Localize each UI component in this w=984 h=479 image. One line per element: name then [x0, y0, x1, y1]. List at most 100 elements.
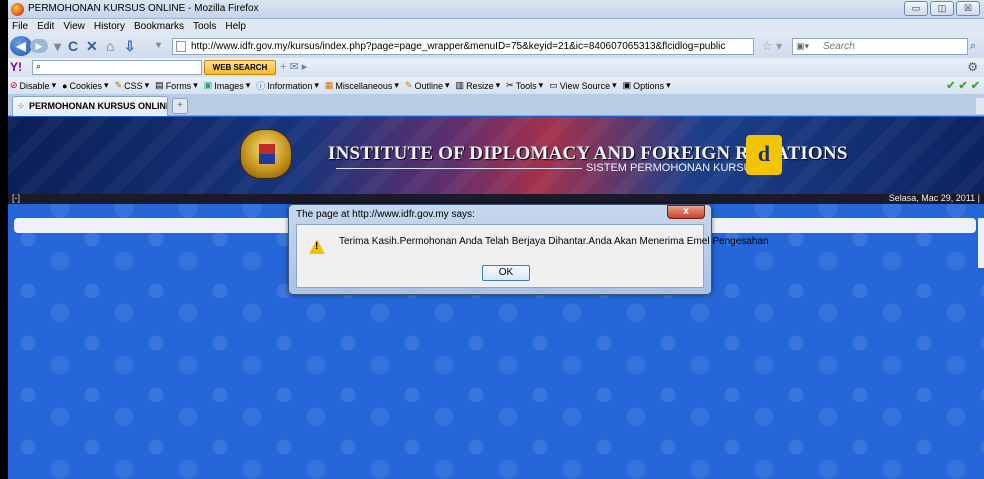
tab-strip: ⁘ PERMOHONAN KURSUS ONLINE &... +: [8, 94, 984, 116]
alert-dialog: The page at http://www.idfr.gov.my says:…: [288, 204, 769, 295]
resize-label: Resize: [466, 80, 494, 91]
collapse-toggle[interactable]: [-]: [12, 193, 20, 203]
tab-permohonan-kursus[interactable]: ⁘ PERMOHONAN KURSUS ONLINE &...: [12, 96, 168, 116]
search-icon[interactable]: ⌕: [970, 40, 976, 53]
forms-label: Forms: [165, 80, 192, 91]
information-label: Information: [267, 80, 313, 91]
search-engine-icon[interactable]: ▣▾: [796, 41, 809, 52]
navigation-toolbar: ◀ ▶ ▾ C ✕ ⌂ ⇩ ▾ http://www.idfr.gov.my/k…: [8, 34, 984, 58]
tools-icon: ✂: [506, 80, 514, 90]
maximize-button[interactable]: ◫: [930, 1, 954, 16]
tools-label: Tools: [515, 80, 537, 91]
view-source-icon: ▭: [549, 80, 558, 90]
right-panel-edge: [978, 218, 984, 268]
new-tab-button[interactable]: +: [172, 98, 188, 114]
outline-icon: ✎: [404, 80, 413, 90]
download-icon[interactable]: ⇩: [124, 38, 136, 54]
window-title: PERMOHONAN KURSUS ONLINE - Mozilla Firef…: [28, 3, 259, 14]
title-divider: [336, 168, 582, 169]
tab-scroll-button[interactable]: [976, 98, 984, 114]
images-icon: ▣: [203, 80, 213, 90]
firefox-icon: [11, 3, 24, 16]
menu-history[interactable]: History: [94, 19, 125, 34]
dialog-title: The page at http://www.idfr.gov.my says:: [296, 209, 475, 220]
menu-view[interactable]: View: [63, 19, 85, 34]
current-date: Selasa, Mac 29, 2011 |: [888, 193, 980, 203]
bookmark-star-icon[interactable]: ☆ ▾: [762, 39, 782, 53]
tab-label: PERMOHONAN KURSUS ONLINE: [29, 101, 168, 111]
url-text: http://www.idfr.gov.my/kursus/index.php?…: [191, 41, 726, 52]
institute-subtitle: SISTEM PERMOHONAN KURSUS: [586, 162, 759, 174]
tools-menu[interactable]: ✂ Tools ▾: [506, 80, 543, 91]
miscellaneous-label: Miscellaneous: [335, 80, 393, 91]
coat-of-arms-logo: [240, 129, 292, 179]
view-source-label: View Source: [559, 80, 611, 91]
outline-menu[interactable]: ✎ Outline ▾: [405, 80, 450, 91]
view-source-menu[interactable]: ▭ View Source ▾: [549, 80, 616, 91]
disable-icon: ⊘: [10, 80, 18, 90]
dialog-close-button[interactable]: x: [667, 205, 705, 219]
miscellaneous-icon: ▦: [324, 80, 334, 90]
forms-menu[interactable]: ▤ Forms ▾: [155, 80, 198, 91]
menu-file[interactable]: File: [12, 19, 28, 34]
web-developer-toolbar: ⊘ Disable ▾ ● Cookies ▾ ✎ CSS ▾ ▤ Forms ▾ ▣ Image…: [8, 77, 984, 94]
cookies-menu[interactable]: ● Cookies ▾: [62, 80, 108, 91]
yahoo-search-input[interactable]: ⌕: [32, 60, 202, 75]
url-bar[interactable]: http://www.idfr.gov.my/kursus/index.php?…: [172, 38, 754, 55]
title-bar: PERMOHONAN KURSUS ONLINE - Mozilla Firef…: [8, 0, 984, 19]
css-label: CSS: [124, 80, 143, 91]
forward-button[interactable]: ▶: [30, 39, 48, 53]
dropdown-icon[interactable]: ▾: [54, 38, 61, 54]
window-controls: ▭ ◫ ☒: [904, 1, 980, 16]
images-menu[interactable]: ▣ Images ▾: [204, 80, 251, 91]
yahoo-logo[interactable]: Y!: [10, 60, 22, 74]
close-window-button[interactable]: ☒: [956, 1, 980, 16]
css-icon: ✎: [114, 80, 123, 90]
cookies-icon: ●: [62, 80, 68, 91]
menu-tools[interactable]: Tools: [193, 19, 216, 34]
gear-icon[interactable]: ⚙: [967, 60, 978, 74]
disable-menu[interactable]: ⊘ Disable ▾: [10, 80, 56, 91]
browser-window: PERMOHONAN KURSUS ONLINE - Mozilla Firef…: [8, 0, 984, 479]
menu-bookmarks[interactable]: Bookmarks: [134, 19, 184, 34]
options-menu[interactable]: ▣ Options ▾: [623, 80, 671, 91]
search-input[interactable]: [823, 40, 963, 53]
reload-icon[interactable]: C: [68, 38, 78, 54]
idfr-logo: d: [746, 135, 782, 175]
page-icon: [176, 41, 186, 52]
web-search-button[interactable]: WEB SEARCH: [204, 60, 276, 75]
dialog-body: ! Terima Kasih.Permohonan Anda Telah Ber…: [296, 224, 769, 288]
miscellaneous-menu[interactable]: ▦ Miscellaneous ▾: [325, 80, 399, 91]
images-label: Images: [214, 80, 244, 91]
outline-label: Outline: [414, 80, 444, 91]
institute-banner: INSTITUTE OF DIPLOMACY AND FOREIGN RELAT…: [8, 117, 984, 194]
information-menu[interactable]: ⓘ Information ▾: [256, 79, 319, 92]
menu-edit[interactable]: Edit: [37, 19, 54, 34]
stop-icon[interactable]: ✕: [86, 38, 98, 54]
menu-bar: File Edit View History Bookmarks Tools H…: [8, 19, 984, 34]
minimize-button[interactable]: ▭: [904, 1, 928, 16]
history-dropdown-icon[interactable]: ▾: [156, 38, 161, 54]
validation-check-icons: ✔ ✔ ✔: [946, 80, 980, 92]
cookies-label: Cookies: [69, 80, 103, 91]
options-label: Options: [633, 80, 665, 91]
forms-icon: ▤: [155, 80, 164, 90]
page-content: INSTITUTE OF DIPLOMACY AND FOREIGN RELAT…: [8, 117, 984, 479]
information-icon: ⓘ: [256, 81, 266, 91]
back-button[interactable]: ◀: [10, 36, 32, 56]
date-strip: [-] Selasa, Mac 29, 2011 |: [8, 193, 984, 204]
disable-label: Disable: [19, 80, 50, 91]
options-icon: ▣: [622, 80, 632, 90]
menu-help[interactable]: Help: [225, 19, 246, 34]
resize-menu[interactable]: ▥ Resize ▾: [456, 80, 501, 91]
search-box[interactable]: ▣▾: [792, 38, 968, 55]
dialog-message: Terima Kasih.Permohonan Anda Telah Berja…: [339, 236, 769, 247]
yahoo-toolbar: Y! ⌕ WEB SEARCH + ✉ ▸ ⚙: [8, 58, 984, 77]
warning-exclamation: !: [315, 241, 319, 252]
resize-icon: ▥: [455, 80, 465, 90]
css-menu[interactable]: ✎ CSS ▾: [115, 80, 150, 91]
home-icon[interactable]: ⌂: [106, 38, 114, 54]
yahoo-extra-icon[interactable]: + ✉ ▸: [280, 60, 307, 73]
loading-icon: ⁘: [17, 101, 25, 111]
ok-button[interactable]: OK: [482, 265, 530, 281]
